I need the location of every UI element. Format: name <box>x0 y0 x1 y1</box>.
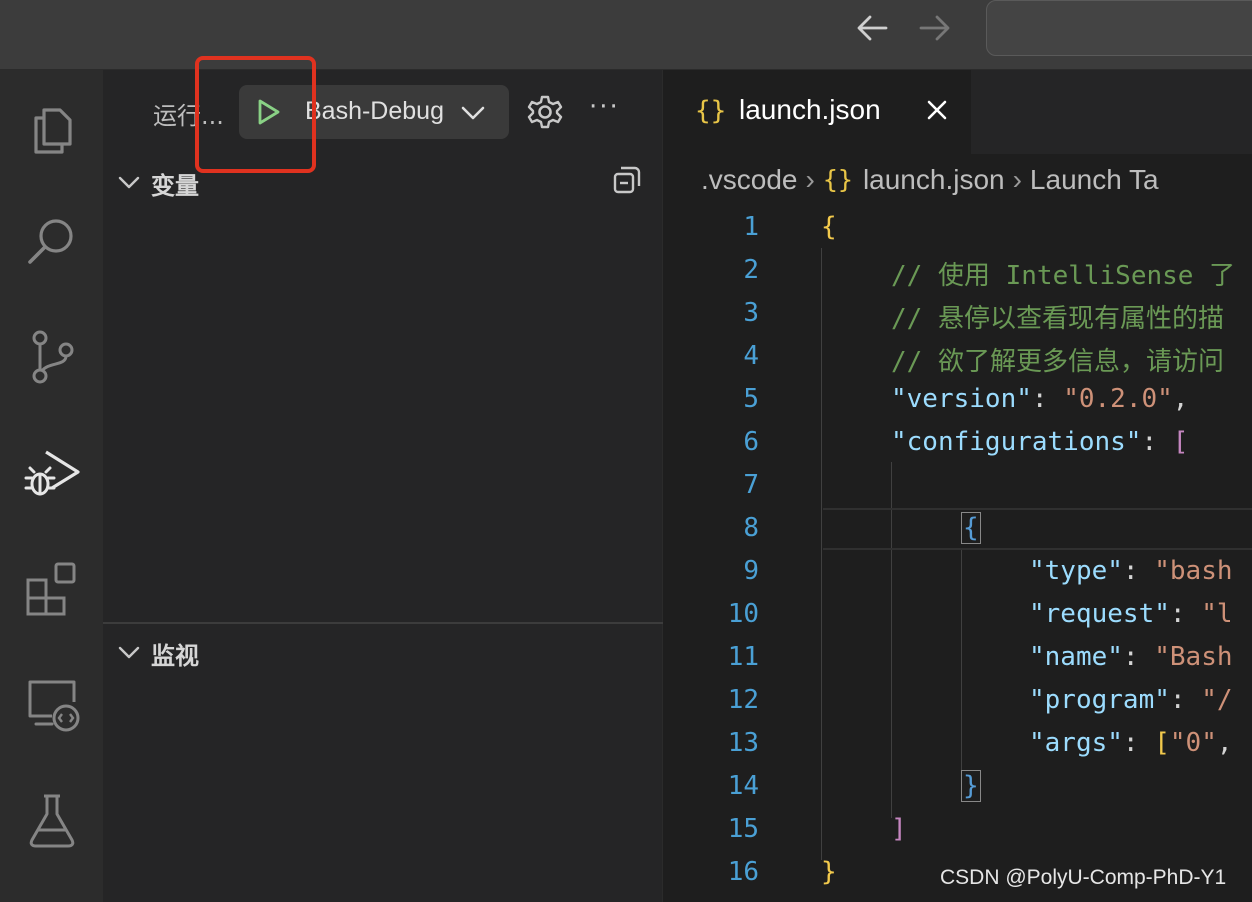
watch-section-header[interactable]: 监视 <box>103 632 663 672</box>
code-line: 14} <box>727 770 981 802</box>
more-actions-icon[interactable]: ··· <box>589 92 620 122</box>
code-line: 11 "name": "Bash <box>727 642 1233 672</box>
json-file-icon: {} <box>695 96 727 126</box>
chevron-down-icon <box>461 106 485 120</box>
breadcrumb-folder[interactable]: .vscode <box>701 164 798 196</box>
section-divider <box>103 622 663 624</box>
watch-section-title: 监视 <box>151 642 199 670</box>
watermark: CSDN @PolyU-Comp-PhD-Y1 <box>940 866 1227 889</box>
collapse-all-icon[interactable] <box>611 164 643 196</box>
activity-extensions[interactable] <box>0 538 103 638</box>
breadcrumb-separator-icon: › <box>805 163 815 195</box>
breadcrumb-separator-icon: › <box>1012 163 1022 195</box>
code-line: 15] <box>727 814 907 844</box>
code-line: 10 "request": "l <box>727 599 1233 629</box>
files-icon <box>33 108 72 154</box>
extensions-icon <box>26 562 75 616</box>
code-line: 3// 悬停以查看现有属性的描 <box>743 298 1224 334</box>
activity-run-and-debug[interactable] <box>0 422 103 522</box>
debug-config-name: Bash-Debug <box>305 97 444 125</box>
code-line: 13 "args": ["0", <box>727 728 1233 758</box>
activity-remote-explorer[interactable] <box>0 654 103 754</box>
breadcrumb-file[interactable]: launch.json <box>863 164 1005 196</box>
debug-icon <box>24 450 80 496</box>
run-and-debug-sidebar: 运行... Bash-Debug ··· 变量 监视 <box>103 70 663 902</box>
activity-search[interactable] <box>0 190 103 290</box>
activity-explorer[interactable] <box>0 76 103 176</box>
tab-label: launch.json <box>739 94 881 125</box>
code-line: 9 "type": "bash <box>743 556 1233 586</box>
variables-section-header[interactable]: 变量 <box>103 162 663 202</box>
source-control-icon <box>32 330 73 384</box>
arrow-right-icon[interactable] <box>915 8 955 48</box>
chevron-down-icon <box>118 176 140 189</box>
code-line: 12 "program": "/ <box>727 685 1233 715</box>
close-icon[interactable] <box>925 98 949 122</box>
remote-explorer-icon <box>28 680 79 732</box>
code-line: 2// 使用 IntelliSense 了 <box>743 255 1236 291</box>
activity-source-control[interactable] <box>0 306 103 406</box>
search-icon <box>27 219 73 264</box>
code-line: 5 "version": "0.2.0", <box>743 384 1189 414</box>
highlight-annotation-box <box>195 56 316 173</box>
editor-tab-strip: {} launch.json <box>663 70 1252 154</box>
code-line: 1{ <box>743 212 837 242</box>
breadcrumb: .vscode ›{} launch.json › Launch Ta <box>701 162 1159 202</box>
activity-bar <box>0 70 103 902</box>
code-line-active: 8{ <box>743 512 981 544</box>
json-file-icon: {} <box>822 165 853 195</box>
code-editor[interactable]: 1{ 2// 使用 IntelliSense 了 3// 悬停以查看现有属性的描… <box>663 210 1252 902</box>
command-center-search[interactable] <box>986 0 1252 56</box>
gear-icon[interactable] <box>527 94 563 130</box>
title-bar <box>0 0 1252 70</box>
activity-testing[interactable] <box>0 770 103 870</box>
beaker-icon <box>29 794 74 848</box>
chevron-down-icon <box>118 646 140 659</box>
breadcrumb-symbol[interactable]: Launch Ta <box>1030 164 1159 196</box>
tab-launch-json[interactable]: {} launch.json <box>663 70 971 154</box>
arrow-left-icon[interactable] <box>852 8 892 48</box>
code-line: 4// 欲了解更多信息，请访问 <box>743 341 1224 377</box>
code-line: 7 <box>743 470 759 500</box>
variables-section-title: 变量 <box>151 172 199 200</box>
editor-area: {} launch.json .vscode ›{} launch.json › Lau… <box>663 70 1252 902</box>
code-line: 6 "configurations": [ <box>743 427 1189 457</box>
